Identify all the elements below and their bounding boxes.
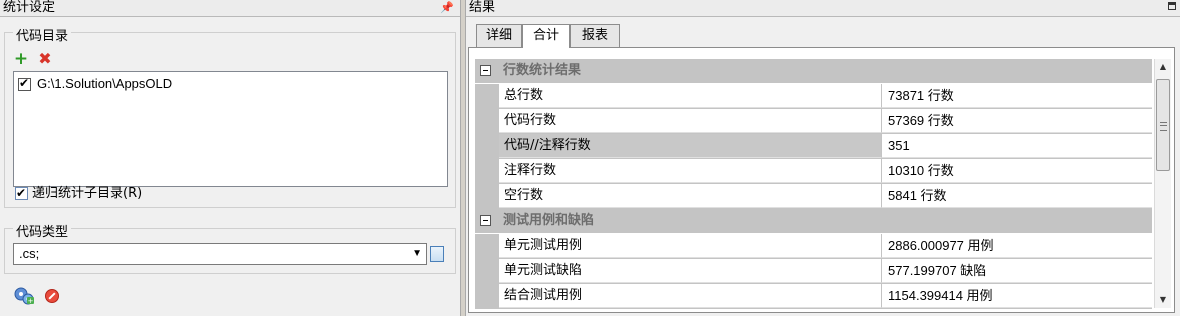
stop-icon[interactable] xyxy=(45,289,59,303)
delete-icon[interactable]: ✖ xyxy=(37,51,53,67)
code-type-label: 代码类型 xyxy=(13,221,72,240)
code-type-select[interactable]: .cs; ▼ xyxy=(13,243,427,265)
recursive-label: 递归统计子目录(R) xyxy=(32,186,143,201)
collapse-icon[interactable] xyxy=(480,215,491,226)
dir-path: G:\1.Solution\AppsOLD xyxy=(37,76,173,91)
panel-title: 统计设定 xyxy=(3,0,56,15)
property-grid-frame: 行数统计结果 总行数 73871 行数 代码行数 57369 行数 代码//注释行数… xyxy=(468,47,1175,313)
category-test-cases[interactable]: 测试用例和缺陷 xyxy=(475,209,1152,234)
row-name: 结合测试用例 xyxy=(499,284,881,308)
row-value: 57369 行数 xyxy=(881,109,1152,133)
list-item[interactable]: G:\1.Solution\AppsOLD xyxy=(18,75,173,92)
row-value: 351 xyxy=(881,134,1152,158)
collapse-icon[interactable] xyxy=(480,65,491,76)
recursive-option[interactable]: 递归统计子目录(R) xyxy=(15,184,143,203)
table-row[interactable]: 单元测试用例 2886.000977 用例 xyxy=(475,234,1152,259)
category-label: 行数统计结果 xyxy=(503,63,582,78)
row-name: 总行数 xyxy=(499,84,881,108)
grip-icon xyxy=(1160,122,1167,131)
row-value: 73871 行数 xyxy=(881,84,1152,108)
document-icon[interactable] xyxy=(430,246,444,262)
recursive-checkbox[interactable] xyxy=(15,184,28,202)
row-name: 注释行数 xyxy=(499,159,881,183)
row-value: 5841 行数 xyxy=(881,184,1152,208)
gears-icon[interactable]: + xyxy=(13,286,35,306)
code-dir-label: 代码目录 xyxy=(13,25,72,44)
code-type-value: .cs; xyxy=(19,246,40,261)
panel-title-bar: 统计设定 📌 xyxy=(0,0,460,17)
row-value: 2886.000977 用例 xyxy=(881,234,1152,258)
row-name: 代码行数 xyxy=(499,109,881,133)
results-panel: 结果 详细 合计 报表 行数统计结果 总行数 73871 行数 代码行数 57369… xyxy=(465,0,1180,316)
row-value: 10310 行数 xyxy=(881,159,1152,183)
property-grid: 行数统计结果 总行数 73871 行数 代码行数 57369 行数 代码//注释行数… xyxy=(475,59,1152,309)
row-value: 1154.399414 用例 xyxy=(881,284,1152,308)
table-row[interactable]: 总行数 73871 行数 xyxy=(475,84,1152,109)
dir-checkbox[interactable] xyxy=(18,75,31,92)
panel-title-bar: 结果 xyxy=(466,0,1180,17)
tab-report[interactable]: 报表 xyxy=(570,24,620,47)
table-row[interactable]: 注释行数 10310 行数 xyxy=(475,159,1152,184)
scroll-up-icon[interactable]: ▲ xyxy=(1155,59,1171,75)
table-row[interactable]: 空行数 5841 行数 xyxy=(475,184,1152,209)
table-row[interactable]: 单元测试缺陷 577.199707 缺陷 xyxy=(475,259,1152,284)
row-name: 单元测试缺陷 xyxy=(499,259,881,283)
table-row[interactable]: 结合测试用例 1154.399414 用例 xyxy=(475,284,1152,309)
table-row[interactable]: 代码行数 57369 行数 xyxy=(475,109,1152,134)
panel-title: 结果 xyxy=(469,0,496,15)
row-name: 代码//注释行数 xyxy=(499,134,881,158)
scroll-down-icon[interactable]: ▼ xyxy=(1155,292,1171,308)
svg-text:+: + xyxy=(28,297,34,305)
chevron-down-icon[interactable]: ▼ xyxy=(412,244,422,264)
plus-icon[interactable]: + xyxy=(13,51,29,68)
vertical-scrollbar[interactable]: ▲ ▼ xyxy=(1154,59,1171,308)
code-dir-list[interactable]: G:\1.Solution\AppsOLD xyxy=(13,71,448,187)
tab-total[interactable]: 合计 xyxy=(522,24,570,48)
category-label: 测试用例和缺陷 xyxy=(503,213,595,228)
pin-icon[interactable]: 📌 xyxy=(440,0,454,16)
row-value: 577.199707 缺陷 xyxy=(881,259,1152,283)
category-line-stats[interactable]: 行数统计结果 xyxy=(475,59,1152,84)
stats-settings-panel: 统计设定 📌 代码目录 + ✖ G:\1.Solution\AppsOLD 递归… xyxy=(0,0,461,316)
code-type-group: 代码类型 .cs; ▼ xyxy=(4,221,456,274)
row-name: 空行数 xyxy=(499,184,881,208)
code-dir-group: 代码目录 + ✖ G:\1.Solution\AppsOLD 递归统计子目录(R… xyxy=(4,25,456,208)
tab-detail[interactable]: 详细 xyxy=(476,24,522,47)
row-name: 单元测试用例 xyxy=(499,234,881,258)
table-row[interactable]: 代码//注释行数 351 xyxy=(475,134,1152,159)
scroll-thumb[interactable] xyxy=(1156,79,1170,171)
restore-icon[interactable] xyxy=(1168,2,1176,10)
